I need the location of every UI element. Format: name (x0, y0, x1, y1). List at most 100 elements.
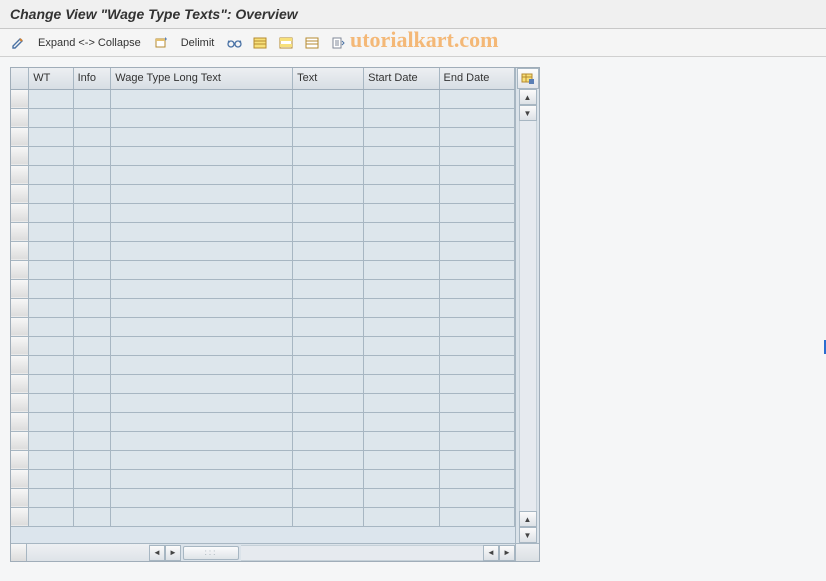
select-block-button[interactable] (276, 33, 296, 53)
cell-long-text[interactable] (111, 89, 293, 108)
row-selector[interactable] (11, 298, 29, 317)
cell-text[interactable] (293, 241, 364, 260)
table-row[interactable] (11, 241, 515, 260)
row-selector[interactable] (11, 336, 29, 355)
cell-wt[interactable] (29, 165, 73, 184)
cell-end-date[interactable] (439, 184, 514, 203)
row-selector[interactable] (11, 469, 29, 488)
table-row[interactable] (11, 108, 515, 127)
scroll-top-button[interactable]: ▲ (519, 89, 537, 105)
cell-info[interactable] (73, 488, 111, 507)
horizontal-scroll-track[interactable] (241, 545, 483, 561)
cell-text[interactable] (293, 184, 364, 203)
cell-info[interactable] (73, 184, 111, 203)
row-selector[interactable] (11, 241, 29, 260)
cell-wt[interactable] (29, 241, 73, 260)
cell-end-date[interactable] (439, 488, 514, 507)
cell-end-date[interactable] (439, 431, 514, 450)
cell-start-date[interactable] (364, 431, 439, 450)
cell-text[interactable] (293, 89, 364, 108)
cell-wt[interactable] (29, 203, 73, 222)
scroll-down-button[interactable]: ▲ (519, 511, 537, 527)
cell-start-date[interactable] (364, 374, 439, 393)
cell-end-date[interactable] (439, 279, 514, 298)
row-selector[interactable] (11, 317, 29, 336)
cell-long-text[interactable] (111, 412, 293, 431)
cell-info[interactable] (73, 241, 111, 260)
cell-text[interactable] (293, 374, 364, 393)
table-row[interactable] (11, 184, 515, 203)
cell-long-text[interactable] (111, 146, 293, 165)
cell-text[interactable] (293, 222, 364, 241)
row-selector[interactable] (11, 222, 29, 241)
cell-long-text[interactable] (111, 317, 293, 336)
cell-end-date[interactable] (439, 203, 514, 222)
table-row[interactable] (11, 127, 515, 146)
cell-text[interactable] (293, 317, 364, 336)
row-selector[interactable] (11, 184, 29, 203)
table-row[interactable] (11, 279, 515, 298)
cell-start-date[interactable] (364, 412, 439, 431)
table-row[interactable] (11, 374, 515, 393)
cell-long-text[interactable] (111, 203, 293, 222)
cell-wt[interactable] (29, 431, 73, 450)
cell-wt[interactable] (29, 184, 73, 203)
cell-start-date[interactable] (364, 203, 439, 222)
cell-info[interactable] (73, 279, 111, 298)
cell-text[interactable] (293, 507, 364, 526)
cell-text[interactable] (293, 412, 364, 431)
cell-end-date[interactable] (439, 469, 514, 488)
cell-end-date[interactable] (439, 89, 514, 108)
cell-info[interactable] (73, 317, 111, 336)
cell-info[interactable] (73, 298, 111, 317)
cell-long-text[interactable] (111, 431, 293, 450)
table-row[interactable] (11, 355, 515, 374)
scroll-right-step-button[interactable]: ◄ (483, 545, 499, 561)
cell-end-date[interactable] (439, 108, 514, 127)
row-selector[interactable] (11, 165, 29, 184)
cell-start-date[interactable] (364, 165, 439, 184)
row-selector[interactable] (11, 507, 29, 526)
cell-info[interactable] (73, 507, 111, 526)
print-button[interactable] (328, 33, 348, 53)
row-selector[interactable] (11, 146, 29, 165)
row-selector[interactable] (11, 450, 29, 469)
cell-wt[interactable] (29, 355, 73, 374)
cell-start-date[interactable] (364, 222, 439, 241)
cell-text[interactable] (293, 146, 364, 165)
cell-text[interactable] (293, 279, 364, 298)
cell-wt[interactable] (29, 507, 73, 526)
cell-long-text[interactable] (111, 393, 293, 412)
cell-long-text[interactable] (111, 507, 293, 526)
horizontal-scroll-thumb[interactable]: ::: (183, 546, 239, 560)
cell-info[interactable] (73, 89, 111, 108)
vertical-scroll-track[interactable] (519, 121, 537, 511)
cell-text[interactable] (293, 165, 364, 184)
table-row[interactable] (11, 336, 515, 355)
cell-wt[interactable] (29, 412, 73, 431)
row-selector[interactable] (11, 89, 29, 108)
column-header-long-text[interactable]: Wage Type Long Text (111, 68, 293, 89)
cell-info[interactable] (73, 374, 111, 393)
cell-start-date[interactable] (364, 184, 439, 203)
table-row[interactable] (11, 298, 515, 317)
cell-info[interactable] (73, 355, 111, 374)
cell-info[interactable] (73, 127, 111, 146)
cell-end-date[interactable] (439, 450, 514, 469)
cell-end-date[interactable] (439, 355, 514, 374)
cell-end-date[interactable] (439, 165, 514, 184)
cell-long-text[interactable] (111, 279, 293, 298)
row-selector[interactable] (11, 431, 29, 450)
cell-info[interactable] (73, 165, 111, 184)
cell-start-date[interactable] (364, 241, 439, 260)
column-header-text[interactable]: Text (293, 68, 364, 89)
cell-start-date[interactable] (364, 279, 439, 298)
cell-wt[interactable] (29, 393, 73, 412)
cell-wt[interactable] (29, 336, 73, 355)
scroll-up-button[interactable]: ▼ (519, 105, 537, 121)
row-selector[interactable] (11, 488, 29, 507)
cell-end-date[interactable] (439, 241, 514, 260)
cell-long-text[interactable] (111, 355, 293, 374)
table-row[interactable] (11, 146, 515, 165)
cell-wt[interactable] (29, 469, 73, 488)
